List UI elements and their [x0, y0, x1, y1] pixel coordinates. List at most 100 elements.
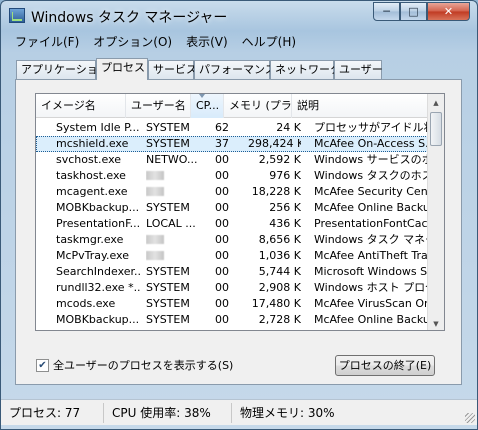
- process-user-name: SYSTEM: [146, 121, 190, 134]
- title-bar[interactable]: Windows タスク マネージャー ─ □ ✕: [1, 1, 477, 31]
- redacted-user-name: [146, 187, 164, 196]
- process-description: Windows ホスト プロセ...: [314, 281, 428, 294]
- maximize-button[interactable]: □: [400, 2, 427, 21]
- column-image-name[interactable]: イメージ名: [36, 94, 126, 118]
- process-memory: 8,656 K: [258, 233, 301, 246]
- column-description[interactable]: 説明: [292, 94, 428, 118]
- menu-options[interactable]: オプション(O): [86, 33, 179, 50]
- process-cpu: 00: [215, 185, 229, 198]
- process-description: McAfee Online Backu...: [314, 313, 428, 326]
- process-cpu: 62: [215, 121, 229, 134]
- process-image-name: MOBKbackup...: [56, 313, 140, 326]
- task-manager-window: Windows タスク マネージャー ─ □ ✕ ファイル(F) オプション(O…: [0, 0, 478, 430]
- process-image-name: McPvTray.exe: [56, 249, 129, 262]
- tab-processes[interactable]: プロセス: [96, 58, 148, 80]
- column-cpu[interactable]: CP...: [191, 94, 224, 118]
- process-user-name: [146, 168, 206, 184]
- process-list-header: イメージ名 ユーザー名 CP... メモリ (プラ... 説明: [36, 94, 428, 118]
- menu-help[interactable]: ヘルプ(H): [235, 33, 303, 50]
- tab-performance[interactable]: パフォーマンス: [194, 60, 276, 79]
- process-cpu: 37: [215, 137, 229, 150]
- process-cpu: 00: [215, 281, 229, 294]
- vertical-scrollbar[interactable]: ▲ ▼: [427, 94, 444, 330]
- menu-file[interactable]: ファイル(F): [8, 33, 86, 50]
- process-description: Windows タスクのホスト...: [314, 169, 428, 182]
- process-cpu: 00: [215, 249, 229, 262]
- process-description: Windows サービスのホ...: [314, 328, 428, 330]
- window-title: Windows タスク マネージャー: [31, 10, 228, 26]
- process-memory: 2,728 K: [258, 313, 301, 326]
- process-image-name: SearchIndexer...: [56, 265, 140, 278]
- table-row[interactable]: System Idle P... SYSTEM 62 24 K プロセッサがアイドル状.…: [36, 120, 428, 136]
- process-cpu: 00: [215, 313, 229, 326]
- show-all-users-checkbox[interactable]: ✔: [36, 358, 49, 372]
- process-memory: 17,480 K: [251, 297, 301, 310]
- end-process-button[interactable]: プロセスの終了(E): [335, 355, 435, 376]
- table-row[interactable]: MOBKbackup... SYSTEM 00 2,728 K McAfee Onlin…: [36, 312, 428, 328]
- column-description-label: 説明: [297, 99, 319, 112]
- process-cpu: 00: [215, 153, 229, 166]
- process-cpu: 00: [215, 328, 237, 330]
- table-row[interactable]: PresentationF... LOCAL ... 00 436 K Presenta…: [36, 216, 428, 232]
- tab-applications[interactable]: アプリケーション: [16, 60, 109, 79]
- redacted-user-name: [146, 235, 164, 244]
- column-user-name[interactable]: ユーザー名: [126, 94, 191, 118]
- process-description: Windows サービスのホ...: [314, 153, 428, 166]
- process-user-name: SYSTEM: [146, 265, 190, 278]
- process-memory: 2,592 K: [258, 153, 301, 166]
- table-row[interactable]: mcods.exe SYSTEM 00 17,480 K McAfee VirusSca…: [36, 296, 428, 312]
- table-row[interactable]: mcagent.exe 00 18,228 K McAfee Security Cen…: [36, 184, 428, 200]
- process-description: McAfee On-Access S...: [314, 137, 428, 150]
- redacted-user-name: [146, 251, 164, 260]
- process-image-name: taskmgr.exe: [56, 233, 124, 246]
- process-memory: 1,036 K: [258, 249, 301, 262]
- process-memory: 2,908 K: [258, 281, 301, 294]
- tab-network[interactable]: ネットワーク: [270, 60, 341, 79]
- table-row[interactable]: taskmgr.exe 00 8,656 K Windows タスク マネー...: [36, 232, 428, 248]
- table-row[interactable]: svchost.exe LOCAL ... 00 10,692 K Windows サー…: [36, 328, 428, 330]
- table-row[interactable]: McPvTray.exe 00 1,036 K McAfee AntiTheft Tr…: [36, 248, 428, 264]
- redacted-user-name: [146, 171, 164, 180]
- close-button[interactable]: ✕: [427, 2, 470, 21]
- table-row[interactable]: MOBKbackup... SYSTEM 00 256 K McAfee Online …: [36, 200, 428, 216]
- table-row[interactable]: taskhost.exe 00 976 K Windows タスクのホスト...: [36, 168, 428, 184]
- column-user-name-label: ユーザー名: [131, 99, 186, 112]
- process-description: McAfee VirusScan On...: [314, 297, 428, 310]
- resize-grip-icon[interactable]: [465, 413, 475, 423]
- process-list[interactable]: イメージ名 ユーザー名 CP... メモリ (プラ... 説明 System I…: [35, 93, 445, 331]
- processes-panel: イメージ名 ユーザー名 CP... メモリ (プラ... 説明 System I…: [15, 79, 462, 385]
- scroll-up-icon[interactable]: ▲: [428, 94, 444, 111]
- process-memory: 18,228 K: [251, 185, 301, 198]
- status-process-count: プロセス: 77: [1, 402, 104, 423]
- status-bar: プロセス: 77 CPU 使用率: 38% 物理メモリ: 30%: [1, 399, 477, 425]
- process-image-name: PresentationF...: [56, 217, 140, 230]
- column-cpu-label: CP...: [196, 99, 220, 112]
- process-description: McAfee Online Backu...: [314, 201, 428, 214]
- process-cpu: 00: [215, 233, 229, 246]
- table-row[interactable]: SearchIndexer... SYSTEM 00 5,744 K Microsoft…: [36, 264, 428, 280]
- table-row[interactable]: mcshield.exe SYSTEM 37 298,424 K McAfee On-A…: [36, 136, 428, 152]
- process-user-name: [146, 184, 206, 200]
- scroll-thumb[interactable]: [430, 112, 442, 146]
- process-image-name: rundll32.exe *...: [56, 281, 140, 294]
- process-description: Microsoft Windows Se...: [314, 265, 428, 278]
- process-memory: 24 K: [276, 121, 301, 134]
- minimize-icon: ─: [383, 5, 390, 18]
- menu-view[interactable]: 表示(V): [179, 33, 235, 50]
- process-cpu: 00: [215, 201, 229, 214]
- status-memory-usage: 物理メモリ: 30%: [240, 405, 335, 420]
- table-row[interactable]: rundll32.exe *... SYSTEM 00 2,908 K Windows …: [36, 280, 428, 296]
- tab-users[interactable]: ユーザー: [334, 60, 383, 79]
- table-row[interactable]: svchost.exe NETWO... 00 2,592 K Windows サービス…: [36, 152, 428, 168]
- task-manager-icon: [9, 8, 25, 23]
- scroll-down-icon[interactable]: ▼: [428, 315, 444, 330]
- process-rows: System Idle P... SYSTEM 62 24 K プロセッサがアイドル状.…: [36, 120, 428, 330]
- process-image-name: svchost.exe: [56, 328, 140, 330]
- process-image-name: MOBKbackup...: [56, 201, 140, 214]
- process-image-name: mcods.exe: [56, 297, 116, 310]
- show-all-users-option[interactable]: ✔ 全ユーザーのプロセスを表示する(S): [36, 357, 233, 373]
- minimize-button[interactable]: ─: [373, 2, 400, 21]
- column-memory[interactable]: メモリ (プラ...: [224, 94, 292, 118]
- process-image-name: mcshield.exe: [56, 137, 129, 150]
- tab-services[interactable]: サービス: [148, 60, 197, 79]
